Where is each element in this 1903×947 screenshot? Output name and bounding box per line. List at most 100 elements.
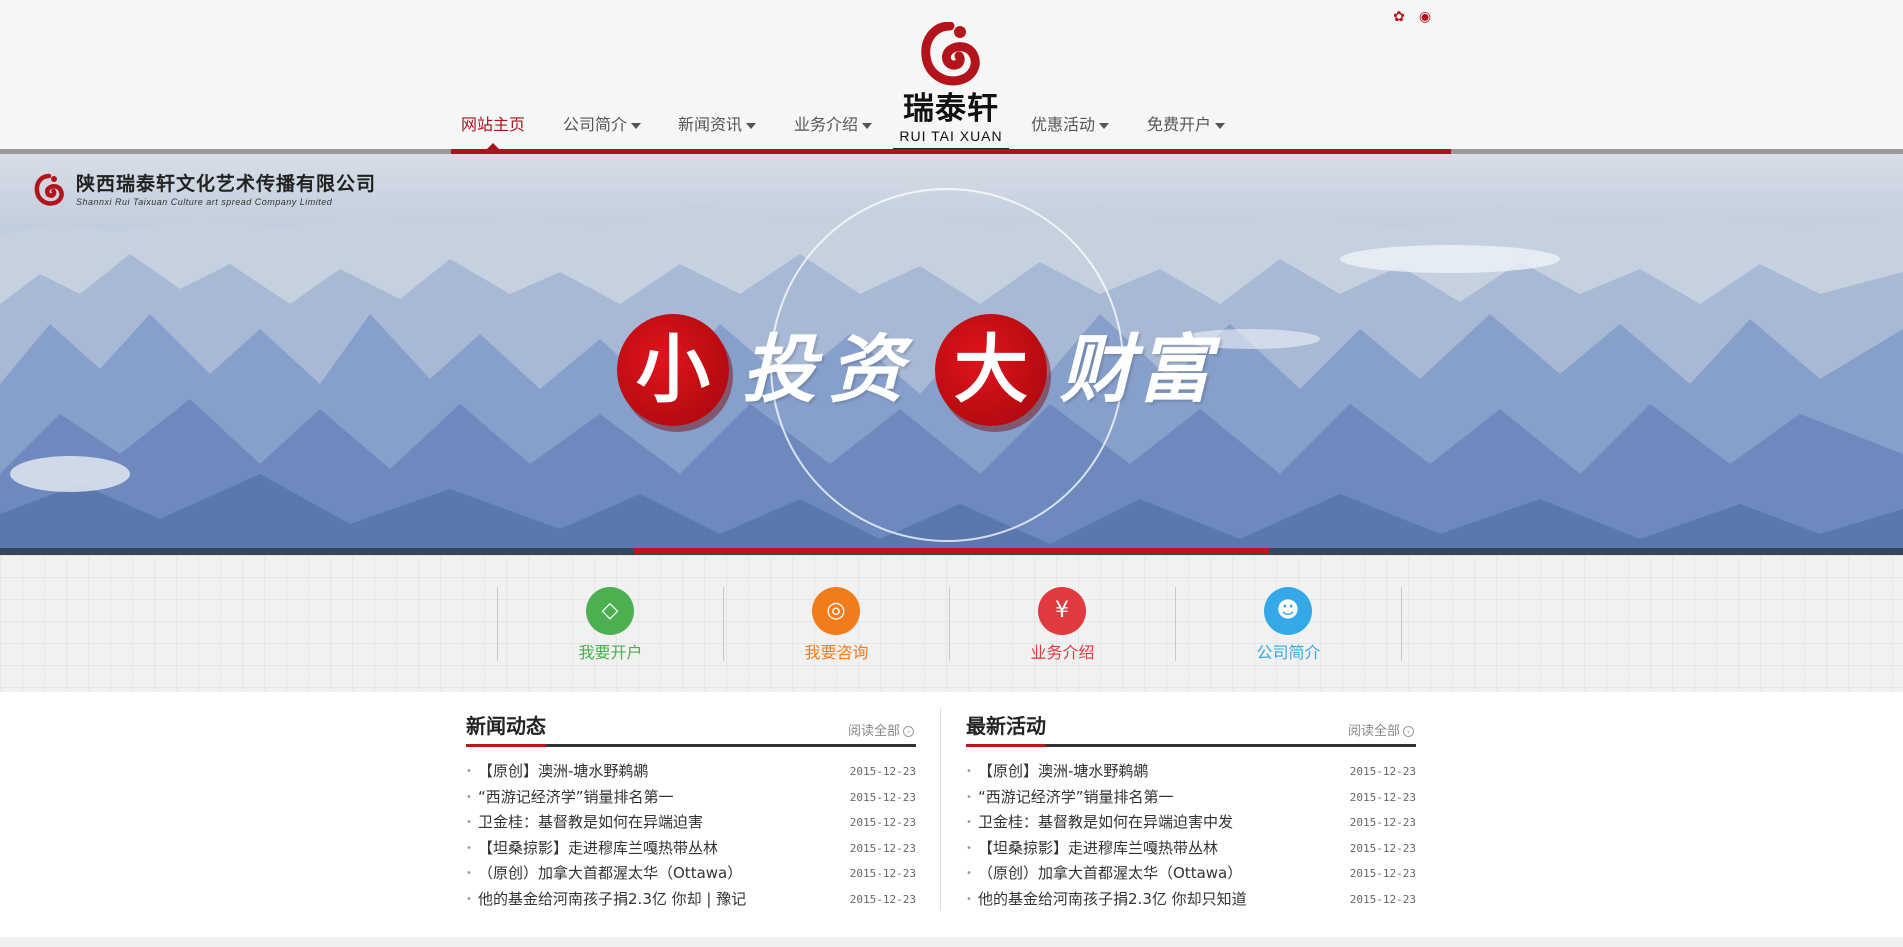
activities-panel-header: 最新活动 阅读全部 › — [966, 712, 1416, 747]
item-title: （原创）加拿大首都渥太华（Ottawa） — [478, 864, 743, 883]
news-panel-title: 新闻动态 — [466, 714, 546, 738]
company-name-en: Shannxi Rui Taixuan Culture art spread C… — [76, 197, 333, 207]
chevron-down-icon — [862, 122, 873, 129]
bullet-icon: • — [466, 842, 472, 854]
list-item[interactable]: • 【原创】澳洲-塘水野鹈鹕 2015-12-23 — [966, 759, 1416, 785]
news-read-all-link[interactable]: 阅读全部 › — [848, 720, 914, 739]
chevron-down-icon — [1215, 122, 1226, 129]
bullet-icon: • — [466, 791, 472, 803]
quick-link-label: 我要咨询 — [804, 643, 869, 662]
slogan-char: 财 — [1060, 327, 1134, 413]
column-divider — [940, 708, 941, 910]
quick-link-label: 我要开户 — [578, 643, 643, 662]
nav-offers-label: 优惠活动 — [1031, 115, 1096, 134]
chevron-down-icon — [1099, 122, 1110, 129]
list-item[interactable]: • 【坦桑掠影】走进穆库兰嘎热带丛林 2015-12-23 — [966, 836, 1416, 862]
nav-home[interactable]: 网站主页 — [461, 112, 525, 138]
site-header: ✿ ◉ 瑞泰轩 RUI TAI XUAN — [0, 0, 1903, 155]
weibo-icon[interactable]: ◉ — [1416, 9, 1434, 25]
item-title: 【坦桑掠影】走进穆库兰嘎热带丛林 — [978, 838, 1219, 857]
quick-business[interactable]: ¥ 业务介绍 — [950, 587, 1175, 662]
wechat-icon[interactable]: ✿ — [1390, 9, 1408, 25]
item-title: 【原创】澳洲-塘水野鹈鹕 — [478, 762, 649, 780]
slogan-char: 资 — [829, 327, 903, 413]
bullet-icon: • — [966, 766, 972, 777]
list-item[interactable]: • 卫金桂：基督教是如何在异端迫害 2015-12-23 — [466, 810, 916, 836]
nav-business[interactable]: 业务介绍 — [794, 112, 873, 138]
hero-banner[interactable]: 陕西瑞泰轩文化艺术传播有限公司 Shannxi Rui Taixuan Cult… — [0, 154, 1903, 552]
list-item[interactable]: • （原创）加拿大首都渥太华（Ottawa） 2015-12-23 — [466, 861, 916, 887]
item-title: （原创）加拿大首都渥太华（Ottawa） — [978, 864, 1243, 883]
activities-panel: 最新活动 阅读全部 › • 【原创】澳洲-塘水野鹈鹕 2015-12-23 • “西游记… — [966, 712, 1416, 913]
item-title: 【坦桑掠影】走进穆库兰嘎热带丛林 — [478, 838, 719, 857]
bullet-icon: • — [466, 893, 472, 905]
list-item[interactable]: • 他的基金给河南孩子捐2.3亿 你却只知道 2015-12-23 — [966, 887, 1416, 913]
arrow-right-icon: › — [1403, 726, 1414, 737]
list-item[interactable]: • 【坦桑掠影】走进穆库兰嘎热带丛林 2015-12-23 — [466, 836, 916, 862]
nav-offers[interactable]: 优惠活动 — [1031, 112, 1110, 138]
nav-news-label: 新闻资讯 — [678, 115, 743, 134]
item-title: “西游记经济学”销量排名第一 — [478, 787, 674, 806]
quick-consult[interactable]: ◎ 我要咨询 — [724, 587, 949, 662]
activities-panel-title: 最新活动 — [966, 714, 1046, 738]
item-date: 2015-12-23 — [849, 867, 916, 881]
logo-chinese-name: 瑞泰轩 — [903, 91, 999, 127]
content-section: 新闻动态 阅读全部 › • 【原创】澳洲-塘水野鹈鹕 2015-12-23 • “西游记… — [0, 692, 1903, 937]
activities-list: • 【原创】澳洲-塘水野鹈鹕 2015-12-23 • “西游记经济学”销量排名第一 2… — [966, 759, 1416, 913]
quick-links: ◇ 我要开户 ◎ 我要咨询 ¥ 业务介绍 ☻ 公司简介 — [0, 555, 1903, 692]
nav-home-label: 网站主页 — [461, 115, 526, 134]
bullet-icon: • — [966, 842, 972, 854]
title-underline — [966, 744, 1046, 747]
banner-progress-indicator[interactable] — [634, 548, 1269, 554]
bullet-icon: • — [966, 893, 972, 905]
read-all-label: 阅读全部 — [1347, 724, 1400, 739]
bullet-icon: • — [966, 791, 972, 803]
bullet-icon: • — [966, 817, 972, 829]
nav-open-account[interactable]: 免费开户 — [1147, 112, 1226, 138]
list-item[interactable]: • “西游记经济学”销量排名第一 2015-12-23 — [966, 785, 1416, 811]
users-icon: ☻ — [1264, 587, 1312, 635]
quick-link-label: 公司简介 — [1256, 643, 1321, 662]
list-item[interactable]: • （原创）加拿大首都渥太华（Ottawa） 2015-12-23 — [966, 861, 1416, 887]
item-title: 他的基金给河南孩子捐2.3亿 你却 | 豫记 — [478, 889, 747, 908]
item-date: 2015-12-23 — [1349, 841, 1416, 855]
social-links: ✿ ◉ — [1390, 9, 1434, 25]
bullet-icon: • — [966, 868, 972, 880]
slogan-char: 大 — [935, 314, 1047, 426]
slogan-char: 富 — [1137, 327, 1211, 413]
title-underline — [466, 744, 546, 747]
bullet-icon: • — [466, 817, 472, 829]
news-panel-header: 新闻动态 阅读全部 › — [466, 712, 916, 747]
bullet-icon: • — [466, 868, 472, 880]
item-date: 2015-12-23 — [849, 892, 916, 906]
quick-company[interactable]: ☻ 公司简介 — [1176, 587, 1401, 662]
arrow-right-icon: › — [903, 726, 914, 737]
nav-news[interactable]: 新闻资讯 — [678, 112, 757, 138]
quick-open-account[interactable]: ◇ 我要开户 — [498, 587, 723, 662]
nav-open-account-label: 免费开户 — [1147, 115, 1212, 134]
item-date: 2015-12-23 — [1349, 867, 1416, 881]
footer-strip — [0, 937, 1903, 947]
nav-company[interactable]: 公司简介 — [563, 112, 642, 138]
news-list: • 【原创】澳洲-塘水野鹈鹕 2015-12-23 • “西游记经济学”销量排名第一 2… — [466, 759, 916, 913]
logo-english-name: RUI TAI XUAN — [899, 128, 1003, 144]
item-date: 2015-12-23 — [1349, 765, 1416, 778]
read-all-label: 阅读全部 — [847, 724, 900, 739]
activities-read-all-link[interactable]: 阅读全部 › — [1348, 720, 1414, 739]
nav-company-label: 公司简介 — [563, 115, 628, 134]
site-logo[interactable]: 瑞泰轩 RUI TAI XUAN — [893, 20, 1009, 153]
list-item[interactable]: • “西游记经济学”销量排名第一 2015-12-23 — [466, 785, 916, 811]
item-title: 卫金桂：基督教是如何在异端迫害中发 — [978, 813, 1234, 832]
list-item[interactable]: • 他的基金给河南孩子捐2.3亿 你却 | 豫记 2015-12-23 — [466, 887, 916, 913]
company-logo-icon — [34, 173, 64, 206]
news-panel: 新闻动态 阅读全部 › • 【原创】澳洲-塘水野鹈鹕 2015-12-23 • “西游记… — [466, 712, 916, 913]
slogan-char: 投 — [742, 327, 816, 413]
nav-business-label: 业务介绍 — [794, 115, 859, 134]
item-date: 2015-12-23 — [849, 841, 916, 855]
yen-icon: ¥ — [1038, 587, 1086, 635]
list-item[interactable]: • 卫金桂：基督教是如何在异端迫害中发 2015-12-23 — [966, 810, 1416, 836]
logo-mark-icon — [921, 22, 980, 86]
item-title: “西游记经济学”销量排名第一 — [978, 787, 1174, 806]
list-item[interactable]: • 【原创】澳洲-塘水野鹈鹕 2015-12-23 — [466, 759, 916, 785]
item-date: 2015-12-23 — [849, 765, 916, 778]
